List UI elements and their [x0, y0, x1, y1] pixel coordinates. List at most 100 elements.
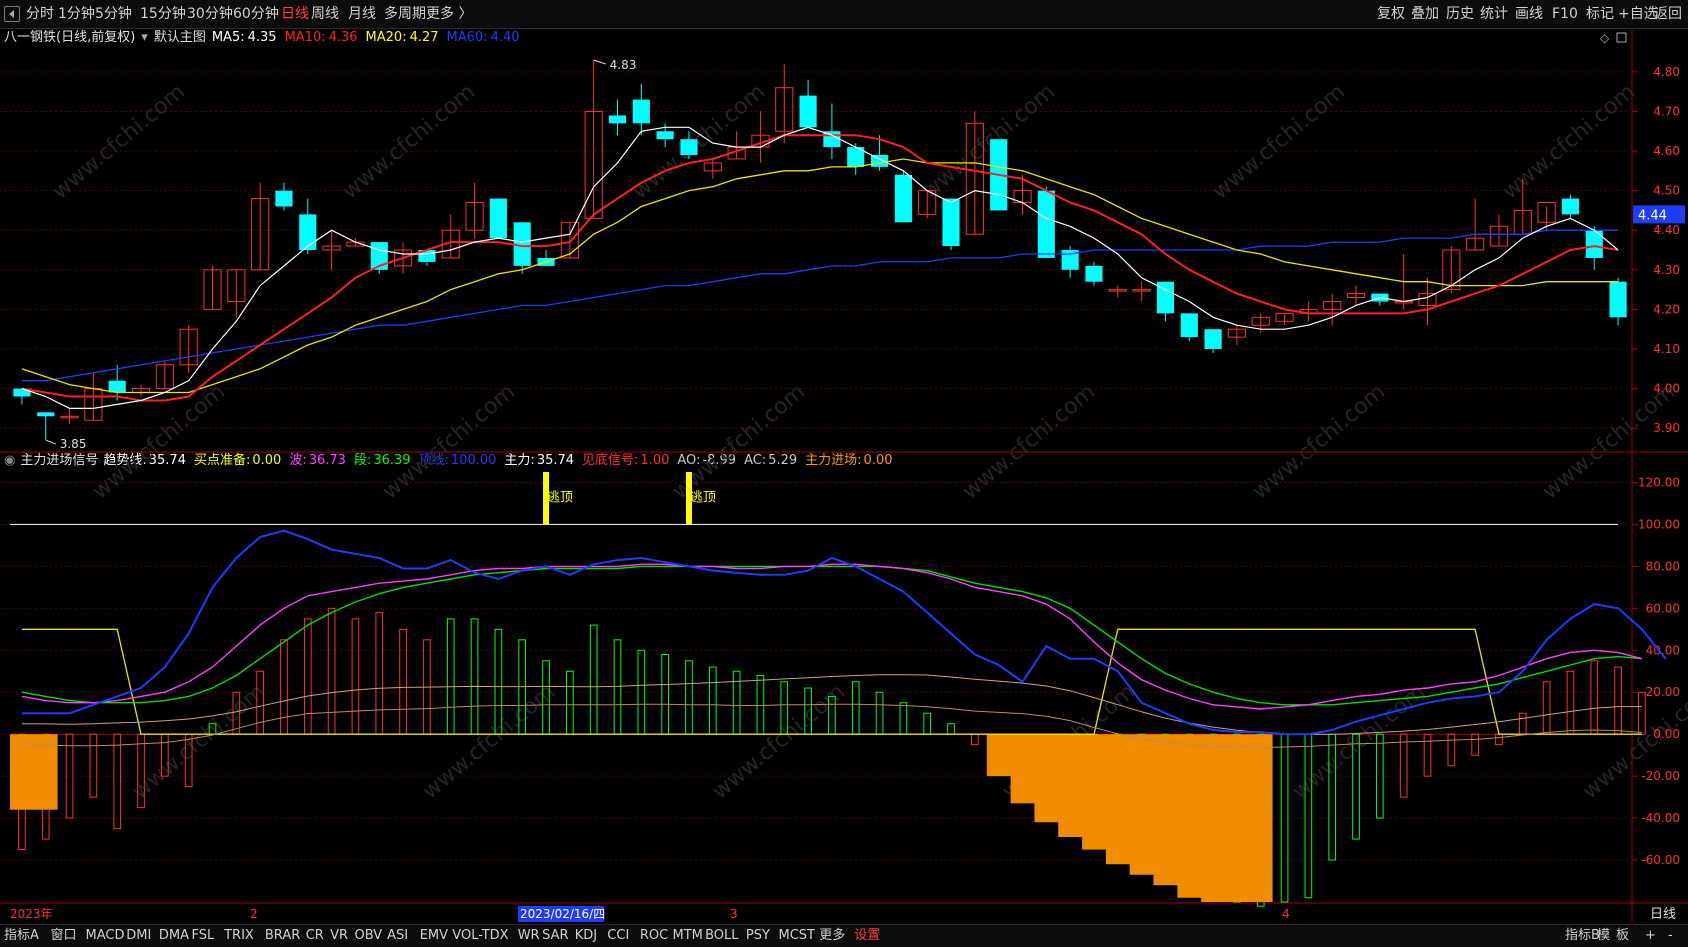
indicator-bar — [1423, 733, 1432, 777]
candle[interactable] — [155, 360, 174, 390]
candle-body — [299, 214, 317, 251]
candle[interactable] — [1418, 277, 1437, 326]
candle[interactable] — [1346, 285, 1366, 306]
chart-canvas[interactable]: www.cfchi.com www.cfchi.com www.cfchi.com w… — [0, 0, 1688, 924]
candle[interactable] — [489, 198, 507, 239]
candle[interactable] — [847, 143, 865, 175]
indicator-tab-22[interactable]: MCST — [779, 928, 816, 944]
candle[interactable] — [275, 182, 293, 211]
candle-body — [275, 190, 293, 207]
bottom-right-control-2[interactable]: 板 — [1616, 928, 1629, 944]
candle[interactable] — [513, 222, 531, 274]
candle-body — [1561, 198, 1580, 215]
indicator-bar — [589, 624, 598, 735]
candle[interactable] — [799, 79, 817, 128]
indicator-tab-19[interactable]: MTM — [673, 928, 703, 944]
candle[interactable] — [1323, 293, 1342, 326]
bottom-right-control-0[interactable]: 指标B — [1565, 928, 1600, 944]
indicator-tab-1[interactable]: 窗口 — [51, 928, 77, 944]
indicator-bar — [446, 618, 455, 735]
indicator-bar — [685, 660, 693, 735]
candle[interactable] — [703, 158, 722, 179]
indicator-tab-10[interactable]: OBV — [355, 928, 383, 944]
indicator-tab-5[interactable]: FSL — [192, 928, 215, 944]
candle[interactable] — [1061, 246, 1079, 278]
candle[interactable] — [1251, 313, 1270, 334]
candle[interactable] — [60, 408, 79, 425]
candle[interactable] — [1489, 214, 1509, 247]
indicator-tab-17[interactable]: CCI — [607, 928, 629, 944]
indicator-tick-label: 120.00 — [1638, 475, 1680, 489]
bottom-right-control-3[interactable]: + — [1645, 928, 1656, 944]
candle[interactable] — [251, 182, 270, 271]
candle[interactable] — [1227, 325, 1246, 346]
candle[interactable] — [1132, 281, 1151, 302]
price-tick-label: 4.50 — [1653, 184, 1680, 198]
candle[interactable] — [1108, 285, 1127, 298]
indicator-tab-15[interactable]: SAR — [542, 928, 568, 944]
candle[interactable] — [1037, 186, 1055, 258]
indicator-tab-18[interactable]: ROC — [640, 928, 668, 944]
indicator-tick-label: 100.00 — [1638, 517, 1680, 531]
candle[interactable] — [322, 230, 341, 270]
indicator-bar — [375, 612, 384, 735]
indicator-tab-14[interactable]: WR — [518, 928, 540, 944]
diamond-icon[interactable]: ◇ — [1600, 31, 1610, 45]
indicator-tab-16[interactable]: KDJ — [575, 928, 597, 944]
candle[interactable] — [131, 384, 151, 397]
indicator-tab-3[interactable]: DMI — [126, 928, 151, 944]
candle[interactable] — [942, 198, 960, 251]
candle[interactable] — [1275, 312, 1294, 326]
candle-body — [942, 198, 960, 247]
indicator-tab-8[interactable]: CR — [306, 928, 324, 944]
candle[interactable] — [203, 265, 222, 310]
candle[interactable] — [560, 221, 579, 259]
candle-body — [1204, 329, 1222, 349]
indicator-tab-12[interactable]: EMV — [420, 928, 448, 944]
indicator-tab-6[interactable]: TRIX — [224, 928, 254, 944]
candle[interactable] — [751, 111, 770, 163]
indicator-tab-21[interactable]: PSY — [746, 928, 770, 944]
indicator-tab-9[interactable]: VR — [330, 928, 348, 944]
indicator-tab-0[interactable]: 指标A — [4, 928, 39, 944]
price-tick-label: 4.10 — [1653, 342, 1680, 356]
candle[interactable] — [1156, 281, 1175, 322]
indicator-tab-23[interactable]: 更多 — [819, 928, 845, 944]
indicator-bar — [1495, 733, 1503, 746]
candle[interactable] — [1466, 198, 1485, 251]
candle[interactable] — [37, 412, 55, 441]
candle[interactable] — [608, 99, 627, 136]
candle[interactable] — [1609, 277, 1627, 326]
candle-body — [1180, 313, 1198, 338]
indicator-tab-4[interactable]: DMA — [159, 928, 189, 944]
indicator-bar — [566, 670, 574, 735]
candle[interactable] — [775, 63, 794, 144]
candle[interactable] — [1204, 329, 1222, 353]
indicator-tab-24[interactable]: 设置 — [854, 928, 880, 944]
candle[interactable] — [632, 83, 650, 136]
candle[interactable] — [227, 269, 246, 318]
indicator-tab-11[interactable]: ASI — [387, 928, 408, 944]
candle[interactable] — [584, 60, 603, 219]
indicator-tab-20[interactable]: BOLL — [705, 928, 738, 944]
indicator-tab-2[interactable]: MACD — [86, 928, 125, 944]
period-label: 日线 — [1650, 907, 1676, 922]
price-tick-label: 4.00 — [1653, 382, 1680, 396]
candle[interactable] — [1561, 194, 1580, 219]
price-tick-label: 4.70 — [1653, 104, 1680, 118]
indicator-bar — [1304, 733, 1313, 899]
window-mode-icon[interactable] — [1616, 32, 1627, 43]
candle[interactable] — [1180, 313, 1198, 342]
indicator-bar — [947, 723, 955, 735]
candle[interactable] — [1085, 261, 1103, 286]
bottom-right-control-1[interactable]: 模 — [1597, 928, 1610, 944]
candle[interactable] — [727, 131, 746, 160]
indicator-tick-label: 80.00 — [1646, 559, 1680, 573]
indicator-bar — [89, 733, 98, 798]
watermark-text: www.cfchi.com — [628, 79, 770, 204]
indicator-tab-7[interactable]: BRAR — [265, 928, 300, 944]
indicator-tab-13[interactable]: VOL-TDX — [452, 928, 508, 944]
candle[interactable] — [894, 170, 912, 223]
bottom-right-control-4[interactable]: - — [1668, 928, 1673, 944]
candle[interactable] — [179, 325, 198, 373]
